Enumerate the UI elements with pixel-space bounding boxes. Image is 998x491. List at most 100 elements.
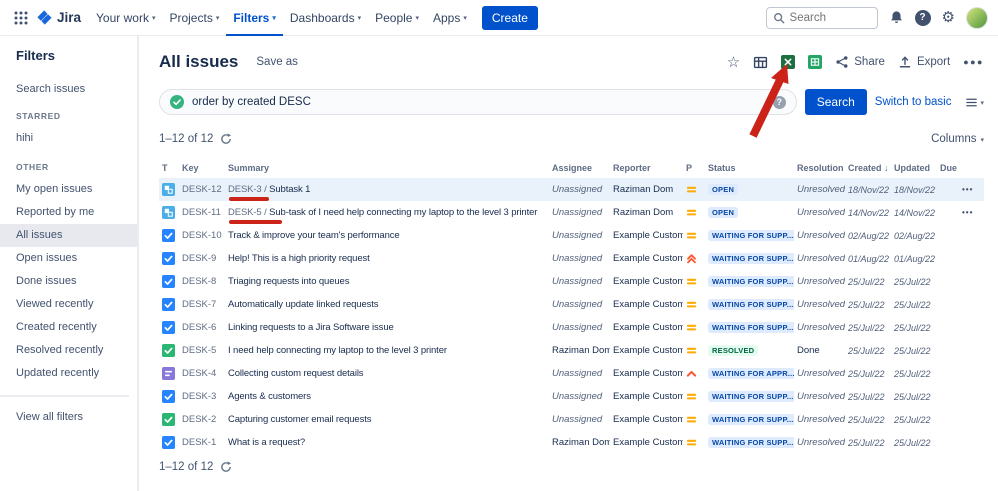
issue-row-desk-10[interactable]: DESK-10 Track & improve your team's perfo… xyxy=(159,224,984,247)
sidebar-item-search-issues[interactable]: Search issues xyxy=(16,79,137,99)
issue-row-desk-2[interactable]: DESK-2Capturing customer email requestsU… xyxy=(159,408,984,431)
issue-summary-link[interactable]: Agents & customers xyxy=(228,391,311,402)
issue-row-desk-1[interactable]: DESK-1What is a request?Raziman DomExamp… xyxy=(159,431,984,454)
issue-key-link[interactable]: DESK-1 xyxy=(182,437,216,448)
column-header-reporter[interactable]: Reporter xyxy=(610,158,683,178)
global-search-input[interactable] xyxy=(790,12,871,24)
issue-summary-link[interactable]: I need help connecting my laptop to the … xyxy=(228,345,447,356)
user-avatar[interactable] xyxy=(966,7,988,29)
nav-item-people[interactable]: People▾ xyxy=(368,0,426,36)
sidebar-item-done-issues[interactable]: Done issues xyxy=(0,270,137,293)
column-header-due[interactable]: Due xyxy=(937,158,959,178)
column-header-updated[interactable]: Updated xyxy=(891,158,937,178)
issue-row-desk-5[interactable]: DESK-5 I need help connecting my laptop t… xyxy=(159,339,984,362)
global-search[interactable] xyxy=(766,7,878,29)
column-header-key[interactable]: Key xyxy=(179,158,225,178)
more-actions-icon[interactable]: ●●● xyxy=(963,57,984,67)
chevron-down-icon: ▾ xyxy=(216,14,220,22)
issue-key-link[interactable]: DESK-2 xyxy=(182,414,216,425)
help-icon[interactable]: ? xyxy=(915,10,931,26)
issue-row-desk-12[interactable]: DESK-12DESK-3 / Subtask 1UnassignedRazim… xyxy=(159,178,984,201)
sidebar-item-viewed-recently[interactable]: Viewed recently xyxy=(0,293,137,316)
issue-summary-link[interactable]: Collecting custom request details xyxy=(228,368,363,379)
issue-summary-link[interactable]: Sub-task of I need help connecting my la… xyxy=(269,207,537,218)
create-button[interactable]: Create xyxy=(482,6,538,30)
issue-key-link[interactable]: DESK-5 xyxy=(182,345,216,356)
row-actions-menu-icon[interactable]: ••• xyxy=(962,208,973,217)
google-sheets-export-icon[interactable] xyxy=(808,55,822,69)
jira-logo[interactable]: Jira xyxy=(36,9,81,26)
sidebar-item-open-issues[interactable]: Open issues xyxy=(0,247,137,270)
refresh-icon[interactable] xyxy=(220,461,232,473)
issue-key-link[interactable]: DESK-11 xyxy=(182,207,221,218)
nav-item-projects[interactable]: Projects▾ xyxy=(162,0,226,36)
sidebar-item-view-all-filters[interactable]: View all filters xyxy=(16,407,137,427)
issue-row-desk-3[interactable]: DESK-3Agents & customersUnassignedExampl… xyxy=(159,385,984,408)
excel-export-icon[interactable] xyxy=(781,55,795,69)
jql-help-icon[interactable]: ? xyxy=(773,96,786,109)
nav-item-apps[interactable]: Apps▾ xyxy=(426,0,474,36)
sidebar-item-resolved-recently[interactable]: Resolved recently xyxy=(0,339,137,362)
nav-item-filters[interactable]: Filters▾ xyxy=(226,0,283,36)
nav-item-dashboards[interactable]: Dashboards▾ xyxy=(283,0,368,36)
issue-summary-link[interactable]: Linking requests to a Jira Software issu… xyxy=(228,322,394,333)
row-actions-menu-icon[interactable]: ••• xyxy=(962,185,973,194)
grid-view-icon[interactable] xyxy=(753,55,768,70)
share-button[interactable]: Share xyxy=(835,55,885,69)
search-button[interactable]: Search xyxy=(805,89,867,115)
issue-row-desk-8[interactable]: DESK-8Triaging requests into queuesUnass… xyxy=(159,270,984,293)
created-cell: 18/Nov/22 xyxy=(845,178,891,201)
issue-summary-link[interactable]: What is a request? xyxy=(228,437,305,448)
notifications-bell-icon[interactable] xyxy=(889,10,904,25)
issue-summary-link[interactable]: Capturing customer email requests xyxy=(228,414,371,425)
issue-summary-link[interactable]: Triaging requests into queues xyxy=(228,276,349,287)
column-header-t[interactable]: T xyxy=(159,158,179,178)
view-options-icon[interactable]: ▾ xyxy=(965,96,984,109)
column-header-resolution[interactable]: Resolution xyxy=(794,158,845,178)
refresh-icon[interactable] xyxy=(220,133,232,145)
issue-summary-link[interactable]: Track & improve your team's performance xyxy=(228,230,400,241)
column-header-created[interactable]: Created ↓ xyxy=(845,158,891,178)
issue-summary-link[interactable]: Automatically update linked requests xyxy=(228,299,378,310)
status-cell: WAITING FOR SUPP... xyxy=(705,247,794,270)
issue-row-desk-7[interactable]: DESK-7 Automatically update linked reques… xyxy=(159,293,984,316)
save-as-button[interactable]: Save as xyxy=(256,56,298,68)
sidebar-item-my-open-issues[interactable]: My open issues xyxy=(0,178,137,201)
parent-issue-link[interactable]: DESK-5 / xyxy=(228,207,269,218)
column-header-status[interactable]: Status xyxy=(705,158,794,178)
sidebar-item-created-recently[interactable]: Created recently xyxy=(0,316,137,339)
app-switcher-icon[interactable] xyxy=(8,5,34,31)
export-button[interactable]: Export xyxy=(898,55,950,69)
issue-key-link[interactable]: DESK-9 xyxy=(182,253,216,264)
favorite-star-icon[interactable]: ☆ xyxy=(727,55,740,70)
sidebar-item-updated-recently[interactable]: Updated recently xyxy=(0,362,137,385)
issue-summary-link[interactable]: Subtask 1 xyxy=(269,184,310,195)
issue-row-desk-4[interactable]: DESK-4Collecting custom request detailsU… xyxy=(159,362,984,385)
updated-cell: 25/Jul/22 xyxy=(891,339,937,362)
columns-dropdown[interactable]: Columns ▾ xyxy=(931,133,984,145)
nav-item-your-work[interactable]: Your work▾ xyxy=(89,0,162,36)
sidebar-item-all-issues[interactable]: All issues xyxy=(0,224,137,247)
issue-key-link[interactable]: DESK-12 xyxy=(182,184,222,195)
issue-key-link[interactable]: DESK-10 xyxy=(182,230,222,241)
issue-row-desk-6[interactable]: DESK-6 Linking requests to a Jira Softwar… xyxy=(159,316,984,339)
column-header-p[interactable]: P xyxy=(683,158,705,178)
reporter-cell: Raziman Dom xyxy=(610,178,683,201)
issue-key-link[interactable]: DESK-7 xyxy=(182,299,216,310)
issue-key-link[interactable]: DESK-6 xyxy=(182,322,216,333)
switch-to-basic-link[interactable]: Switch to basic xyxy=(875,96,952,108)
issue-summary-link[interactable]: Help! This is a high priority request xyxy=(228,253,370,264)
issue-row-desk-9[interactable]: DESK-9 Help! This is a high priority requ… xyxy=(159,247,984,270)
sidebar-item-hihi[interactable]: hihi xyxy=(0,127,137,150)
jql-input[interactable]: order by created DESC ? xyxy=(159,89,797,115)
issue-key-link[interactable]: DESK-3 xyxy=(182,391,216,402)
column-header-summary[interactable]: Summary xyxy=(225,158,549,178)
sidebar-item-reported-by-me[interactable]: Reported by me xyxy=(0,201,137,224)
column-header-assignee[interactable]: Assignee xyxy=(549,158,610,178)
issue-row-desk-11[interactable]: DESK-11 DESK-5 / Sub-task of I need help … xyxy=(159,201,984,224)
settings-gear-icon[interactable]: ⚙ xyxy=(942,10,955,25)
issue-key-link[interactable]: DESK-4 xyxy=(182,368,216,379)
parent-issue-link[interactable]: DESK-3 / xyxy=(228,184,269,195)
issue-key-link[interactable]: DESK-8 xyxy=(182,276,216,287)
jql-query-text[interactable]: order by created DESC xyxy=(192,96,765,108)
